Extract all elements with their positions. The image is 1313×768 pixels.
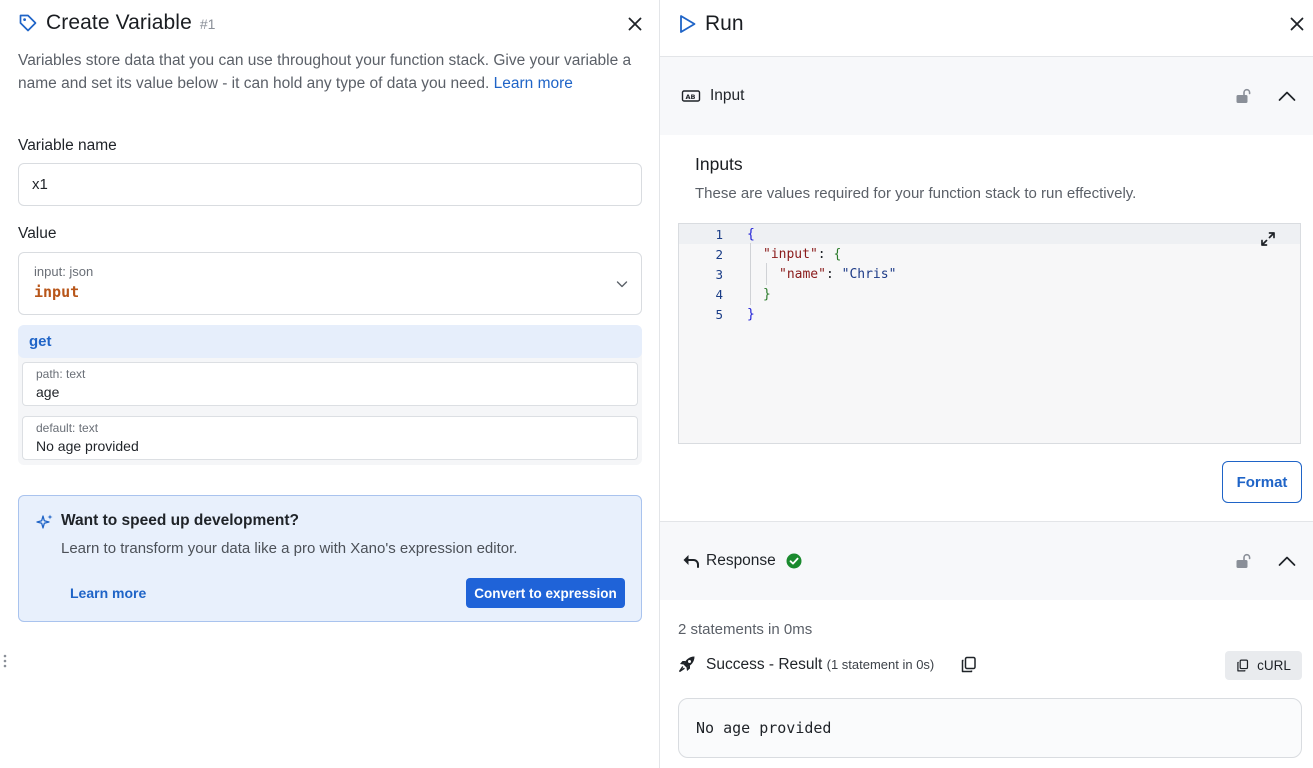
arg-type: default: text xyxy=(36,421,99,435)
variable-name-label: Variable name xyxy=(18,137,117,154)
path-argument-field[interactable]: path: text age xyxy=(22,362,638,406)
close-icon[interactable] xyxy=(1287,14,1307,34)
chevron-down-icon xyxy=(616,281,628,288)
response-section-label: Response xyxy=(706,552,776,569)
line-number: 5 xyxy=(715,307,723,322)
create-variable-panel: Create Variable #1 Variables store data … xyxy=(0,0,659,768)
indent-guide xyxy=(750,243,751,305)
value-type: input: json xyxy=(34,264,94,279)
tip-title: Want to speed up development? xyxy=(61,512,299,529)
inputs-description: These are values required for your funct… xyxy=(695,185,1137,202)
close-icon[interactable] xyxy=(625,14,645,34)
expand-icon[interactable] xyxy=(1260,231,1276,247)
response-section-header[interactable]: Response xyxy=(660,522,1313,600)
chevron-up-icon[interactable] xyxy=(1276,85,1298,107)
tag-icon xyxy=(18,13,38,33)
input-section-label: Input xyxy=(710,87,745,104)
response-output: No age provided xyxy=(678,698,1302,758)
arg-value: No age provided xyxy=(36,438,139,454)
chevron-up-icon[interactable] xyxy=(1276,550,1298,572)
line-number: 3 xyxy=(715,267,723,282)
value-selected: input xyxy=(34,283,80,301)
value-select[interactable]: input: json input xyxy=(18,252,642,315)
unlocked-icon[interactable] xyxy=(1234,552,1252,570)
code-line: "name": "Chris" xyxy=(779,267,897,282)
execution-stats: 2 statements in 0ms xyxy=(678,621,813,638)
variable-name-input[interactable]: x1 xyxy=(18,163,642,206)
play-icon xyxy=(680,15,696,33)
indent-guide xyxy=(766,263,767,285)
resize-grip-icon[interactable] xyxy=(3,654,7,668)
panel-description: Variables store data that you can use th… xyxy=(18,52,632,92)
svg-text:AB: AB xyxy=(686,93,696,101)
arg-type: path: text xyxy=(36,367,86,381)
default-argument-field[interactable]: default: text No age provided xyxy=(22,416,638,460)
json-input-editor[interactable]: 1 2 3 4 5 { "input": { "name": "Chris" }… xyxy=(678,223,1301,444)
result-label: Success - Result (1 statement in 0s) xyxy=(706,656,935,673)
input-section-header[interactable]: AB Input xyxy=(660,57,1313,135)
code-line: } xyxy=(747,307,755,322)
success-check-icon xyxy=(786,553,802,569)
expression-tip-callout: Want to speed up development? Learn to t… xyxy=(18,495,642,622)
code-line: { xyxy=(747,227,755,242)
line-number: 4 xyxy=(715,287,723,302)
run-panel: Run AB Input Inputs These are values req… xyxy=(660,0,1313,768)
format-button[interactable]: Format xyxy=(1222,461,1302,503)
unlocked-icon[interactable] xyxy=(1234,87,1252,105)
inputs-title: Inputs xyxy=(695,154,743,174)
line-number-gutter: 1 2 3 4 5 xyxy=(679,224,731,443)
curl-button[interactable]: cURL xyxy=(1225,651,1302,680)
reply-arrow-icon xyxy=(683,555,699,568)
copy-icon[interactable] xyxy=(960,656,977,673)
page-title: Create Variable xyxy=(46,11,192,34)
sparkle-icon xyxy=(36,514,53,529)
result-sublabel: (1 statement in 0s) xyxy=(826,657,935,672)
filter-block: get path: text age default: text No age … xyxy=(18,325,642,465)
code-line: } xyxy=(763,287,771,302)
input-field-icon: AB xyxy=(681,90,701,102)
run-header: Run xyxy=(676,10,744,38)
arg-value: age xyxy=(36,384,60,400)
result-row: Success - Result (1 statement in 0s) cUR… xyxy=(678,651,1303,680)
step-number: #1 xyxy=(199,16,216,32)
copy-icon xyxy=(1237,659,1249,672)
tip-description: Learn to transform your data like a pro … xyxy=(61,540,518,557)
line-number: 2 xyxy=(715,247,723,262)
value-label: Value xyxy=(18,225,57,242)
run-title: Run xyxy=(705,12,744,35)
rocket-icon xyxy=(678,656,695,673)
convert-to-expression-button[interactable]: Convert to expression xyxy=(466,578,625,608)
variable-name-value: x1 xyxy=(32,176,48,193)
code-line: "input": { xyxy=(763,247,842,262)
active-line-highlight xyxy=(679,224,1300,244)
line-number: 1 xyxy=(715,227,723,242)
curl-label: cURL xyxy=(1257,658,1291,673)
learn-more-link[interactable]: Learn more xyxy=(494,75,573,92)
filter-name[interactable]: get xyxy=(18,325,642,358)
tip-learn-more-link[interactable]: Learn more xyxy=(70,585,146,601)
panel-header: Create Variable #1 xyxy=(18,10,215,36)
